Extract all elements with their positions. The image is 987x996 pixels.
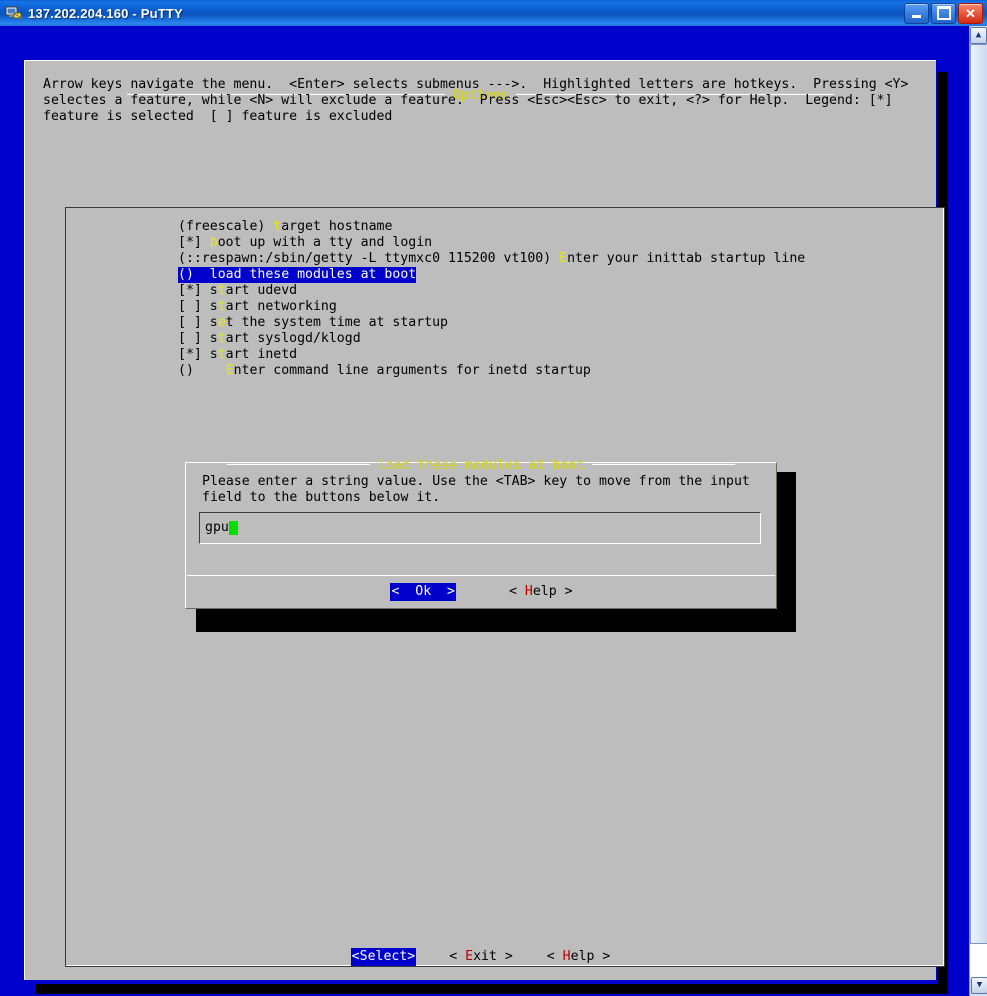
- footer-button-select[interactable]: <Select>: [350, 948, 417, 966]
- minimize-icon: [912, 15, 921, 18]
- menu-item-hotkey: b: [209, 235, 218, 250]
- menu-item-prefix: [*] s: [178, 283, 218, 298]
- close-button[interactable]: ✕: [958, 2, 983, 24]
- button-bracket-right: >: [556, 584, 573, 599]
- menu-item[interactable]: [ ] set the system time at startup: [178, 315, 805, 331]
- minimize-button[interactable]: [904, 2, 929, 24]
- dialog-title-text: load these modules at boot: [377, 458, 585, 473]
- menu-item[interactable]: (freescale) target hostname: [178, 219, 805, 235]
- button-hotkey: H: [524, 584, 533, 599]
- menu-item-label: t the system time at startup: [225, 315, 448, 330]
- help-legend-text: Arrow keys navigate the menu. <Enter> se…: [43, 77, 922, 125]
- window-titlebar[interactable]: 137.202.204.160 - PuTTY ✕: [0, 0, 987, 27]
- putty-computer-icon: [5, 4, 23, 22]
- button-label: xit: [473, 949, 497, 964]
- button-hotkey: S: [359, 949, 368, 964]
- menu-item-prefix: (): [178, 267, 210, 282]
- menu-item[interactable]: () load these modules at boot: [178, 267, 417, 283]
- dialog-title: ────────────────── load these modules at…: [186, 459, 776, 473]
- menu-item-hotkey: t: [217, 283, 226, 298]
- menu-item-label: load these modules at boot: [209, 267, 417, 282]
- window-title: 137.202.204.160 - PuTTY: [28, 5, 183, 21]
- button-label: elp: [570, 949, 595, 964]
- menu-item-prefix: (::respawn:/sbin/getty -L ttymxc0 115200…: [178, 251, 560, 266]
- text-cursor: [228, 521, 238, 535]
- menu-item-label: nter your inittab startup line: [567, 251, 806, 266]
- button-label: elect: [367, 949, 408, 964]
- scrollbar-track[interactable]: [970, 44, 987, 978]
- menu-item-prefix: [*] s: [178, 347, 218, 362]
- terminal-screen: ────────────────── ──────────────────────…: [0, 26, 970, 996]
- button-bracket-left: <: [509, 584, 525, 599]
- maximize-icon: [936, 6, 951, 20]
- button-label: k: [423, 584, 432, 599]
- dialog-instructions: Please enter a string value. Use the <TA…: [202, 474, 764, 506]
- menu-item-label: art syslogd/klogd: [225, 331, 361, 346]
- footer-button-help[interactable]: < Help >: [546, 948, 612, 966]
- menu-items: (freescale) target hostname [*] boot up w…: [178, 219, 805, 379]
- button-bracket-left: <: [449, 949, 466, 964]
- button-bracket-right: >: [496, 949, 513, 964]
- window-controls: ✕: [904, 2, 983, 24]
- button-bracket-left: <: [546, 949, 563, 964]
- menu-item[interactable]: () Enter command line arguments for inet…: [178, 363, 805, 379]
- button-label: elp: [532, 584, 557, 599]
- menu-item-prefix: (): [178, 363, 226, 378]
- menu-item-hotkey: t: [217, 331, 226, 346]
- footer-button-bar: <Select> < Exit > < Help >: [25, 948, 937, 966]
- button-bracket-left: <: [391, 584, 416, 599]
- terminal-scrollbar[interactable]: ▲ ▼: [969, 26, 987, 996]
- dialog-button-bar: < Ok > < Help >: [186, 583, 778, 601]
- menu-item[interactable]: [*] start udevd: [178, 283, 805, 299]
- dialog-rule-right: ──────────────────: [584, 458, 736, 473]
- menu-item-label: oot up with a tty and login: [217, 235, 433, 250]
- dialog-text-line-1: Please enter a string value. Use the <TA…: [202, 474, 750, 489]
- menu-item[interactable]: (::respawn:/sbin/getty -L ttymxc0 115200…: [178, 251, 805, 267]
- menu-item-hotkey: t: [217, 347, 226, 362]
- help-line-2: selectes a feature, while <N> will exclu…: [43, 93, 893, 108]
- menu-item-prefix: [ ] s: [178, 299, 218, 314]
- menu-item[interactable]: [ ] start syslogd/klogd: [178, 331, 805, 347]
- menu-item[interactable]: [*] start inetd: [178, 347, 805, 363]
- footer-button-exit[interactable]: < Exit >: [448, 948, 514, 966]
- menu-item-label: nter command line arguments for inetd st…: [233, 363, 591, 378]
- maximize-button[interactable]: [931, 2, 956, 24]
- scroll-down-arrow-icon[interactable]: ▼: [971, 977, 987, 994]
- menu-item-hotkey: E: [225, 363, 234, 378]
- button-hotkey: H: [562, 949, 571, 964]
- button-bracket-right: >: [594, 949, 611, 964]
- menu-item-hotkey: t: [217, 299, 226, 314]
- help-line-3: feature is selected [ ] feature is exclu…: [43, 109, 393, 124]
- button-bracket-right: >: [431, 584, 455, 599]
- button-bracket-right: >: [407, 949, 416, 964]
- dialog-button-ok[interactable]: < Ok >: [390, 583, 456, 601]
- string-input-value: gpu: [205, 520, 229, 535]
- button-hotkey: E: [465, 949, 474, 964]
- menu-item-prefix: [ ] s: [178, 331, 218, 346]
- scrollbar-thumb[interactable]: [970, 44, 987, 944]
- menu-item-label: art networking: [225, 299, 337, 314]
- dialog-rule-left: ──────────────────: [226, 458, 378, 473]
- menu-item-hotkey: e: [217, 315, 226, 330]
- menu-item[interactable]: [ ] start networking: [178, 299, 805, 315]
- menu-item-label: arget hostname: [281, 219, 393, 234]
- surface-shadow-bottom: [36, 984, 948, 994]
- button-bracket-left: <: [351, 949, 360, 964]
- menu-item-label: art udevd: [225, 283, 298, 298]
- help-line-1: Arrow keys navigate the menu. <Enter> se…: [43, 77, 909, 92]
- string-input-field[interactable]: gpu: [199, 512, 761, 544]
- menu-item-prefix: [*]: [178, 235, 210, 250]
- dialog-text-line-2: field to the buttons below it.: [202, 490, 441, 505]
- scroll-up-arrow-icon[interactable]: ▲: [970, 27, 987, 44]
- close-icon: ✕: [965, 5, 976, 21]
- putty-window: 137.202.204.160 - PuTTY ✕ ──────────────…: [0, 0, 987, 996]
- menu-item-label: art inetd: [225, 347, 298, 362]
- menu-item-prefix: (freescale): [178, 219, 274, 234]
- dialog-button-help[interactable]: < Help >: [508, 583, 574, 601]
- menu-item[interactable]: [*] boot up with a tty and login: [178, 235, 805, 251]
- dialog-separator: [187, 575, 775, 576]
- menu-item-hotkey: E: [559, 251, 568, 266]
- input-dialog: ────────────────── load these modules at…: [185, 459, 778, 609]
- menu-item-prefix: [ ] s: [178, 315, 218, 330]
